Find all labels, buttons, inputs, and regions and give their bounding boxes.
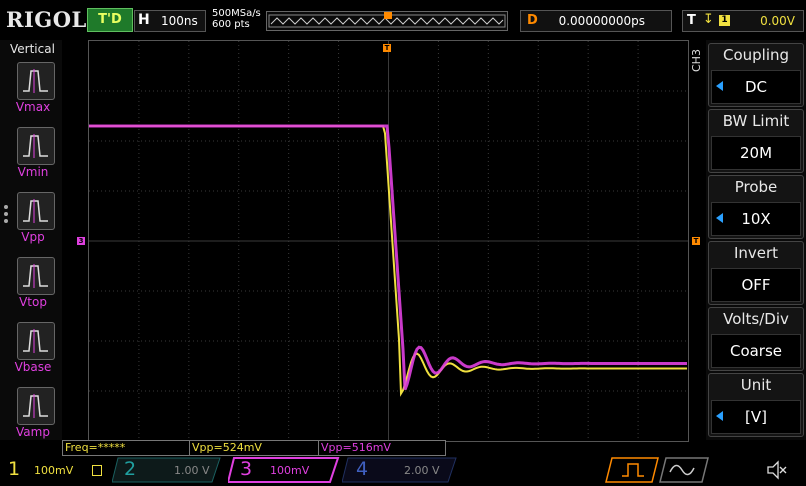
channel-3-scale: 100mV	[270, 464, 310, 477]
measurement-freq-text: Freq=*****	[65, 441, 126, 454]
menu-title: Coupling	[722, 46, 790, 64]
left-page-dots	[4, 205, 8, 226]
sample-rate: 500MSa/s	[212, 8, 261, 19]
select-arrow-icon	[716, 411, 723, 421]
channel-tag: CH3	[690, 49, 703, 72]
timebase-value: 100ns	[161, 14, 198, 28]
memory-overview-icon	[268, 12, 506, 28]
rigol-logo: RIGOL	[6, 7, 87, 32]
menu-value-text: 10X	[741, 210, 771, 228]
trigger-level-marker[interactable]: T	[692, 237, 700, 245]
measure-label-vpp: Vpp	[21, 230, 45, 244]
measure-button-vmax[interactable]	[17, 62, 55, 100]
menu-value-text: 20M	[739, 144, 773, 162]
channel-4-scale: 2.00 V	[404, 464, 440, 477]
measure-button-vamp[interactable]	[17, 387, 55, 425]
channel-1-coupling-icon	[92, 465, 102, 476]
menu-value: [V]	[711, 400, 801, 434]
channel-4-number: 4	[356, 458, 369, 480]
channel-1-scale: 100mV	[34, 464, 74, 477]
menu-invert[interactable]: Invert OFF	[708, 241, 804, 305]
measure-button-vtop[interactable]	[17, 257, 55, 295]
channel-2-number: 2	[124, 458, 137, 480]
measurement-vpp-ch1: Vpp=524mV	[189, 440, 319, 456]
acquisition-info: 500MSa/s 600 pts	[212, 8, 261, 30]
menu-unit[interactable]: Unit [V]	[708, 373, 804, 437]
menu-value-text: [V]	[745, 408, 767, 426]
menu-title: Invert	[733, 244, 779, 262]
trigger-box[interactable]: T ↧ 1 0.00V	[682, 10, 804, 32]
trigger-level-value: 0.00V	[760, 14, 795, 28]
menu-coupling[interactable]: Coupling DC	[708, 43, 804, 107]
memory-depth: 600 pts	[212, 19, 250, 30]
memory-overview-strip[interactable]	[266, 11, 508, 31]
vtop-icon	[23, 264, 48, 288]
measure-label-vmin: Vmin	[17, 165, 49, 179]
run-state-badge[interactable]: T'D	[87, 8, 133, 32]
waveform-graticule[interactable]	[88, 40, 689, 442]
delay-box[interactable]: D 0.00000000ps	[520, 10, 672, 32]
menu-bw-limit[interactable]: BW Limit 20M	[708, 109, 804, 173]
measurement-vpp-ch3-text: Vpp=516mV	[321, 441, 391, 454]
menu-volts-div[interactable]: Volts/Div Coarse	[708, 307, 804, 371]
channel-4-tab[interactable]: 4 2.00 V	[342, 456, 458, 484]
channel-2-tab[interactable]: 2 1.00 V	[112, 456, 222, 484]
menu-value: DC	[711, 70, 801, 104]
menu-title: Probe	[734, 178, 778, 196]
falling-edge-icon: ↧	[703, 12, 714, 27]
vmin-icon	[23, 134, 48, 158]
channel-3-tab[interactable]: 3 100mV	[228, 456, 340, 484]
channel-1-number: 1	[8, 458, 21, 480]
measure-label-vtop: Vtop	[19, 295, 47, 309]
vpp-icon	[23, 199, 48, 223]
waveform-generator-icon[interactable]	[604, 456, 724, 484]
measurement-vpp-ch3: Vpp=516mV	[318, 440, 446, 456]
measure-button-vmin[interactable]	[17, 127, 55, 165]
menu-title: BW Limit	[722, 112, 790, 130]
channel-2-scale: 1.00 V	[174, 464, 210, 477]
menu-value: OFF	[711, 268, 801, 302]
channel-3-number: 3	[240, 458, 253, 480]
measure-label-vamp: Vamp	[16, 425, 50, 439]
trigger-source-badge: 1	[719, 15, 730, 26]
delay-label: D	[527, 13, 538, 28]
select-arrow-icon	[716, 213, 723, 223]
top-status-bar: RIGOL T'D H 100ns 500MSa/s 600 pts D 0.0…	[0, 0, 806, 38]
measure-menu-title: Vertical	[10, 42, 55, 56]
menu-value-text: DC	[744, 78, 768, 96]
measurement-vpp-ch1-text: Vpp=524mV	[192, 441, 262, 454]
trigger-position-marker[interactable]: T	[383, 44, 391, 52]
menu-title: Unit	[740, 376, 772, 394]
menu-value-text: OFF	[741, 276, 771, 294]
vamp-icon	[23, 394, 48, 418]
vbase-icon	[23, 329, 48, 353]
menu-title: Volts/Div	[723, 310, 789, 328]
delay-value: 0.00000000ps	[558, 14, 645, 28]
timebase-label: H	[138, 12, 150, 28]
measure-button-vpp[interactable]	[17, 192, 55, 230]
measurement-freq: Freq=*****	[62, 440, 190, 456]
measure-button-vbase[interactable]	[17, 322, 55, 360]
measure-label-vmax: Vmax	[15, 100, 51, 114]
speaker-muted-icon[interactable]	[766, 460, 788, 480]
waveform-display	[89, 41, 688, 441]
menu-value-text: Coarse	[729, 342, 783, 360]
menu-value: 20M	[711, 136, 801, 170]
timebase-box[interactable]: H 100ns	[134, 10, 206, 32]
menu-value: 10X	[711, 202, 801, 236]
menu-probe[interactable]: Probe 10X	[708, 175, 804, 239]
ch3-reference-marker[interactable]: 3	[77, 237, 85, 245]
channel-1-tab[interactable]: 1 100mV	[0, 456, 112, 484]
select-arrow-icon	[716, 81, 723, 91]
channel-status-bar: 1 100mV 2 1.00 V 3 100mV 4 2.00 V	[0, 456, 806, 486]
trigger-label: T	[687, 13, 696, 28]
measure-label-vbase: Vbase	[14, 360, 52, 374]
menu-value: Coarse	[711, 334, 801, 368]
vmax-icon	[23, 69, 48, 93]
